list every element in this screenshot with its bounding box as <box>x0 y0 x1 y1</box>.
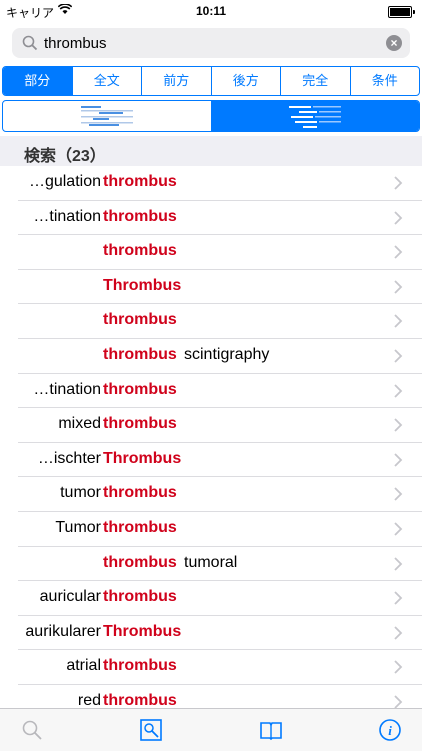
result-match: thrombus <box>103 345 177 363</box>
result-match: thrombus <box>103 588 177 606</box>
result-match: thrombus <box>103 657 177 675</box>
result-suffix: scintigraphy <box>184 345 270 363</box>
align-left-button[interactable] <box>3 101 211 131</box>
result-prefix: …gulation <box>28 173 101 190</box>
tab-partial[interactable]: 部分 <box>3 67 72 95</box>
result-match: Thrombus <box>103 449 182 467</box>
result-row[interactable]: thrombus tumoral <box>18 547 422 582</box>
status-bar: キャリア 10:11 <box>0 0 422 22</box>
chevron-right-icon <box>394 522 403 536</box>
book-icon[interactable] <box>259 718 283 742</box>
battery-icon <box>388 6 415 18</box>
result-row[interactable]: thrombus <box>18 235 422 270</box>
result-row[interactable]: …tination thrombus <box>18 201 422 236</box>
result-row[interactable]: auricular thrombus <box>18 581 422 616</box>
result-suffix: tumoral <box>184 553 238 571</box>
chevron-right-icon <box>394 556 403 571</box>
result-match: thrombus <box>103 484 177 502</box>
result-prefix: Tumor <box>55 518 101 536</box>
align-left-icon <box>81 106 133 126</box>
section-header: 検索（23） <box>0 136 422 166</box>
result-match: thrombus <box>103 518 177 536</box>
image-search-icon[interactable] <box>139 718 163 742</box>
result-prefix: mixed <box>58 415 101 433</box>
chevron-right-icon <box>394 314 403 329</box>
result-match: thrombus <box>103 553 177 571</box>
result-match: thrombus <box>103 311 177 329</box>
search-icon <box>22 35 38 51</box>
result-match: thrombus <box>103 415 177 433</box>
tab-condition[interactable]: 条件 <box>349 67 420 95</box>
result-row[interactable]: mixed thrombus <box>18 408 422 443</box>
chevron-right-icon <box>394 210 403 225</box>
info-icon[interactable]: i <box>378 718 402 742</box>
result-row[interactable]: thrombus scintigraphy <box>18 339 422 374</box>
result-match: thrombus <box>103 173 177 190</box>
result-prefix: …ischter <box>37 449 101 467</box>
result-row[interactable]: …tination thrombus <box>18 374 422 409</box>
chevron-right-icon <box>394 453 403 467</box>
result-prefix: …tination <box>33 207 101 225</box>
result-prefix: tumor <box>60 484 101 502</box>
chevron-right-icon <box>394 660 403 674</box>
result-row[interactable]: aurikularer Thrombus <box>18 616 422 651</box>
search-field[interactable]: × <box>12 28 410 58</box>
result-row[interactable]: tumor thrombus <box>18 477 422 512</box>
result-row[interactable]: …gulation thrombus <box>18 166 422 201</box>
result-prefix: auricular <box>39 588 101 606</box>
result-row[interactable]: thrombus <box>18 304 422 339</box>
result-match: thrombus <box>103 380 177 398</box>
result-row[interactable]: …ischter Thrombus <box>18 443 422 478</box>
tab-bar: i <box>0 708 422 751</box>
search-mode-tabs: 部分 全文 前方 後方 完全 条件 <box>2 66 420 96</box>
tab-fulltext[interactable]: 全文 <box>71 67 142 95</box>
tab-suffix[interactable]: 後方 <box>210 67 281 95</box>
search-icon[interactable] <box>20 718 44 742</box>
result-row[interactable]: atrial thrombus <box>18 650 422 685</box>
chevron-right-icon <box>394 487 403 501</box>
result-match: Thrombus <box>103 622 182 640</box>
chevron-right-icon <box>394 280 403 294</box>
svg-text:i: i <box>388 723 392 738</box>
results-list: …gulation thrombus …tination thrombus th… <box>0 166 422 720</box>
chevron-right-icon <box>394 591 403 605</box>
result-prefix: aurikularer <box>25 622 101 640</box>
chevron-right-icon <box>394 245 403 259</box>
chevron-right-icon <box>394 695 403 709</box>
clock: 10:11 <box>195 4 227 18</box>
chevron-right-icon <box>394 418 403 432</box>
result-prefix: …tination <box>33 380 101 398</box>
chevron-right-icon <box>394 383 403 398</box>
result-row[interactable]: Tumor thrombus <box>18 512 422 547</box>
align-center-button[interactable] <box>211 101 419 131</box>
alignment-toggle <box>2 100 420 132</box>
section-title: 検索（23） <box>24 148 106 165</box>
search-input[interactable] <box>44 28 374 58</box>
chevron-right-icon <box>394 626 403 640</box>
result-match: thrombus <box>103 242 177 260</box>
search-bar: × <box>0 22 422 64</box>
align-center-icon <box>289 106 341 128</box>
result-match: Thrombus <box>103 276 182 294</box>
chevron-right-icon <box>394 349 403 363</box>
clear-icon[interactable]: × <box>386 35 402 51</box>
chevron-right-icon <box>394 176 403 190</box>
tab-prefix[interactable]: 前方 <box>141 67 211 95</box>
result-prefix: atrial <box>66 657 101 675</box>
tab-exact[interactable]: 完全 <box>280 67 350 95</box>
result-match: thrombus <box>103 207 177 225</box>
result-row[interactable]: Thrombus <box>18 270 422 305</box>
